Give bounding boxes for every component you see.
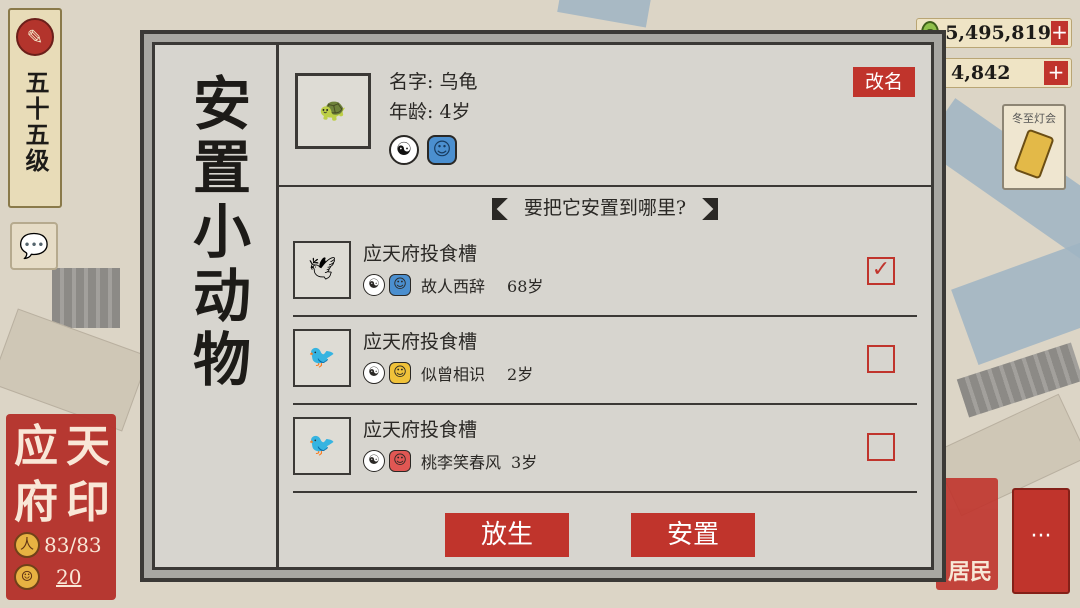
animal-info: 名字: 乌龟 年龄: 4岁 — [389, 67, 477, 127]
question-text: 要把它安置到哪里? — [523, 197, 687, 219]
animal-info-section: 🐢 名字: 乌龟 年龄: 4岁 ☯ ☺ 改名 — [295, 67, 915, 177]
animal-traits: ☯ ☺ — [389, 135, 457, 165]
right-arrow-icon — [702, 198, 719, 220]
turtle-icon: 🐢 — [319, 98, 347, 123]
list-item[interactable]: 🕊 应天府投食槽 ☯ ☺ 故人西辞 68岁 ✓ — [293, 233, 917, 317]
occupant-age: 2岁 — [507, 365, 534, 384]
slot-place: 应天府投食槽 — [363, 243, 478, 265]
animal-name: 名字: 乌龟 — [389, 71, 478, 93]
slot-occupant: ☯ ☺ 似曾相识 2岁 — [363, 361, 533, 385]
list-item[interactable]: 🐦 应天府投食槽 ☯ ☺ 桃李笑春风 3岁 — [293, 409, 917, 493]
gem-value: 4,842 — [951, 62, 1011, 84]
slot-occupant: ☯ ☺ 桃李笑春风 3岁 — [363, 449, 537, 473]
level-label: 五十五级 — [21, 70, 50, 174]
feeding-trough-list[interactable]: 🕊 应天府投食槽 ☯ ☺ 故人西辞 68岁 ✓ 🐦 应天府投食槽 ☯ ☺ 似曾相… — [279, 233, 917, 503]
slot-place: 应天府投食槽 — [363, 419, 478, 441]
left-arrow-icon — [491, 198, 508, 220]
animal-age: 年龄: 4岁 — [389, 101, 471, 123]
select-checkbox[interactable]: ✓ — [867, 257, 895, 285]
population-value: 83/83 — [44, 533, 102, 557]
add-coins-button[interactable]: + — [1050, 21, 1068, 45]
face-icon: ☺ — [14, 564, 40, 590]
cormorant-icon: 🐦 — [293, 417, 351, 475]
more-menu-button[interactable]: ··· — [1012, 488, 1070, 594]
place-animal-dialog: 安置小动物 🐢 名字: 乌龟 年龄: 4岁 ☯ ☺ 改名 要把它安置到哪里? 🕊… — [140, 30, 946, 582]
occupant-name: 似曾相识 — [421, 365, 486, 384]
occupant-name: 故人西辞 — [421, 277, 486, 296]
seal-char: 印 — [66, 477, 110, 528]
title-column: 安置小动物 — [155, 45, 279, 567]
rename-button[interactable]: 改名 — [853, 67, 915, 97]
blue-cat-face-icon[interactable]: ☺ — [427, 135, 457, 165]
placement-question: 要把它安置到哪里? — [279, 193, 931, 220]
dialog-inner: 安置小动物 🐢 名字: 乌龟 年龄: 4岁 ☯ ☺ 改名 要把它安置到哪里? 🕊… — [152, 42, 934, 570]
dialog-content: 🐢 名字: 乌龟 年龄: 4岁 ☯ ☺ 改名 要把它安置到哪里? 🕊 应天府投食… — [279, 45, 931, 567]
seal-characters: 应 天 府 印 — [10, 420, 114, 532]
coin-value: 5,495,819 — [945, 22, 1051, 44]
worker-stat: ☺ 20 — [14, 564, 81, 590]
occupant-age: 3岁 — [511, 453, 538, 472]
yellow-bear-face-icon: ☺ — [389, 362, 411, 384]
residents-label: 居民 — [947, 559, 992, 585]
crane-icon: 🕊 — [293, 241, 351, 299]
yin-yang-icon: ☯ — [363, 274, 385, 296]
slot-occupant: ☯ ☺ 故人西辞 68岁 — [363, 273, 543, 297]
player-level-badge[interactable]: ✎ 五十五级 — [8, 8, 62, 208]
slot-place: 应天府投食槽 — [363, 331, 478, 353]
worker-count: 20 — [56, 565, 82, 589]
dialog-title: 安置小动物 — [183, 73, 251, 393]
select-checkbox[interactable] — [867, 345, 895, 373]
seal-char: 天 — [66, 421, 110, 472]
list-item[interactable]: 🐦 应天府投食槽 ☯ ☺ 似曾相识 2岁 — [293, 321, 917, 405]
yin-yang-icon: ☯ — [363, 450, 385, 472]
seal-char: 应 — [14, 421, 58, 472]
occupant-age: 68岁 — [507, 277, 544, 296]
red-pig-face-icon: ☺ — [389, 450, 411, 472]
blue-cat-face-icon: ☺ — [389, 274, 411, 296]
brush-emblem-icon: ✎ — [16, 18, 54, 56]
place-button[interactable]: 安置 — [631, 513, 755, 557]
city-seal-panel[interactable]: 应 天 府 印 人 83/83 ☺ 20 — [6, 414, 116, 600]
add-gems-button[interactable]: + — [1044, 61, 1068, 85]
swallow-icon: 🐦 — [293, 329, 351, 387]
yin-yang-icon: ☯ — [363, 362, 385, 384]
population-stat: 人 83/83 — [14, 532, 102, 558]
yin-yang-icon[interactable]: ☯ — [389, 135, 419, 165]
chat-icon[interactable]: 💬 — [10, 222, 58, 270]
event-label: 冬至灯会 — [1012, 112, 1056, 125]
animal-portrait: 🐢 — [295, 73, 371, 149]
scroll-icon — [1013, 128, 1055, 180]
winter-festival-event-button[interactable]: 冬至灯会 — [1002, 104, 1066, 190]
occupant-name: 桃李笑春风 — [421, 453, 502, 472]
section-divider — [279, 185, 931, 187]
release-button[interactable]: 放生 — [445, 513, 569, 557]
citizen-icon: 人 — [14, 532, 40, 558]
select-checkbox[interactable] — [867, 433, 895, 461]
seal-char: 府 — [14, 477, 58, 528]
more-dots-icon: ··· — [1030, 524, 1052, 549]
